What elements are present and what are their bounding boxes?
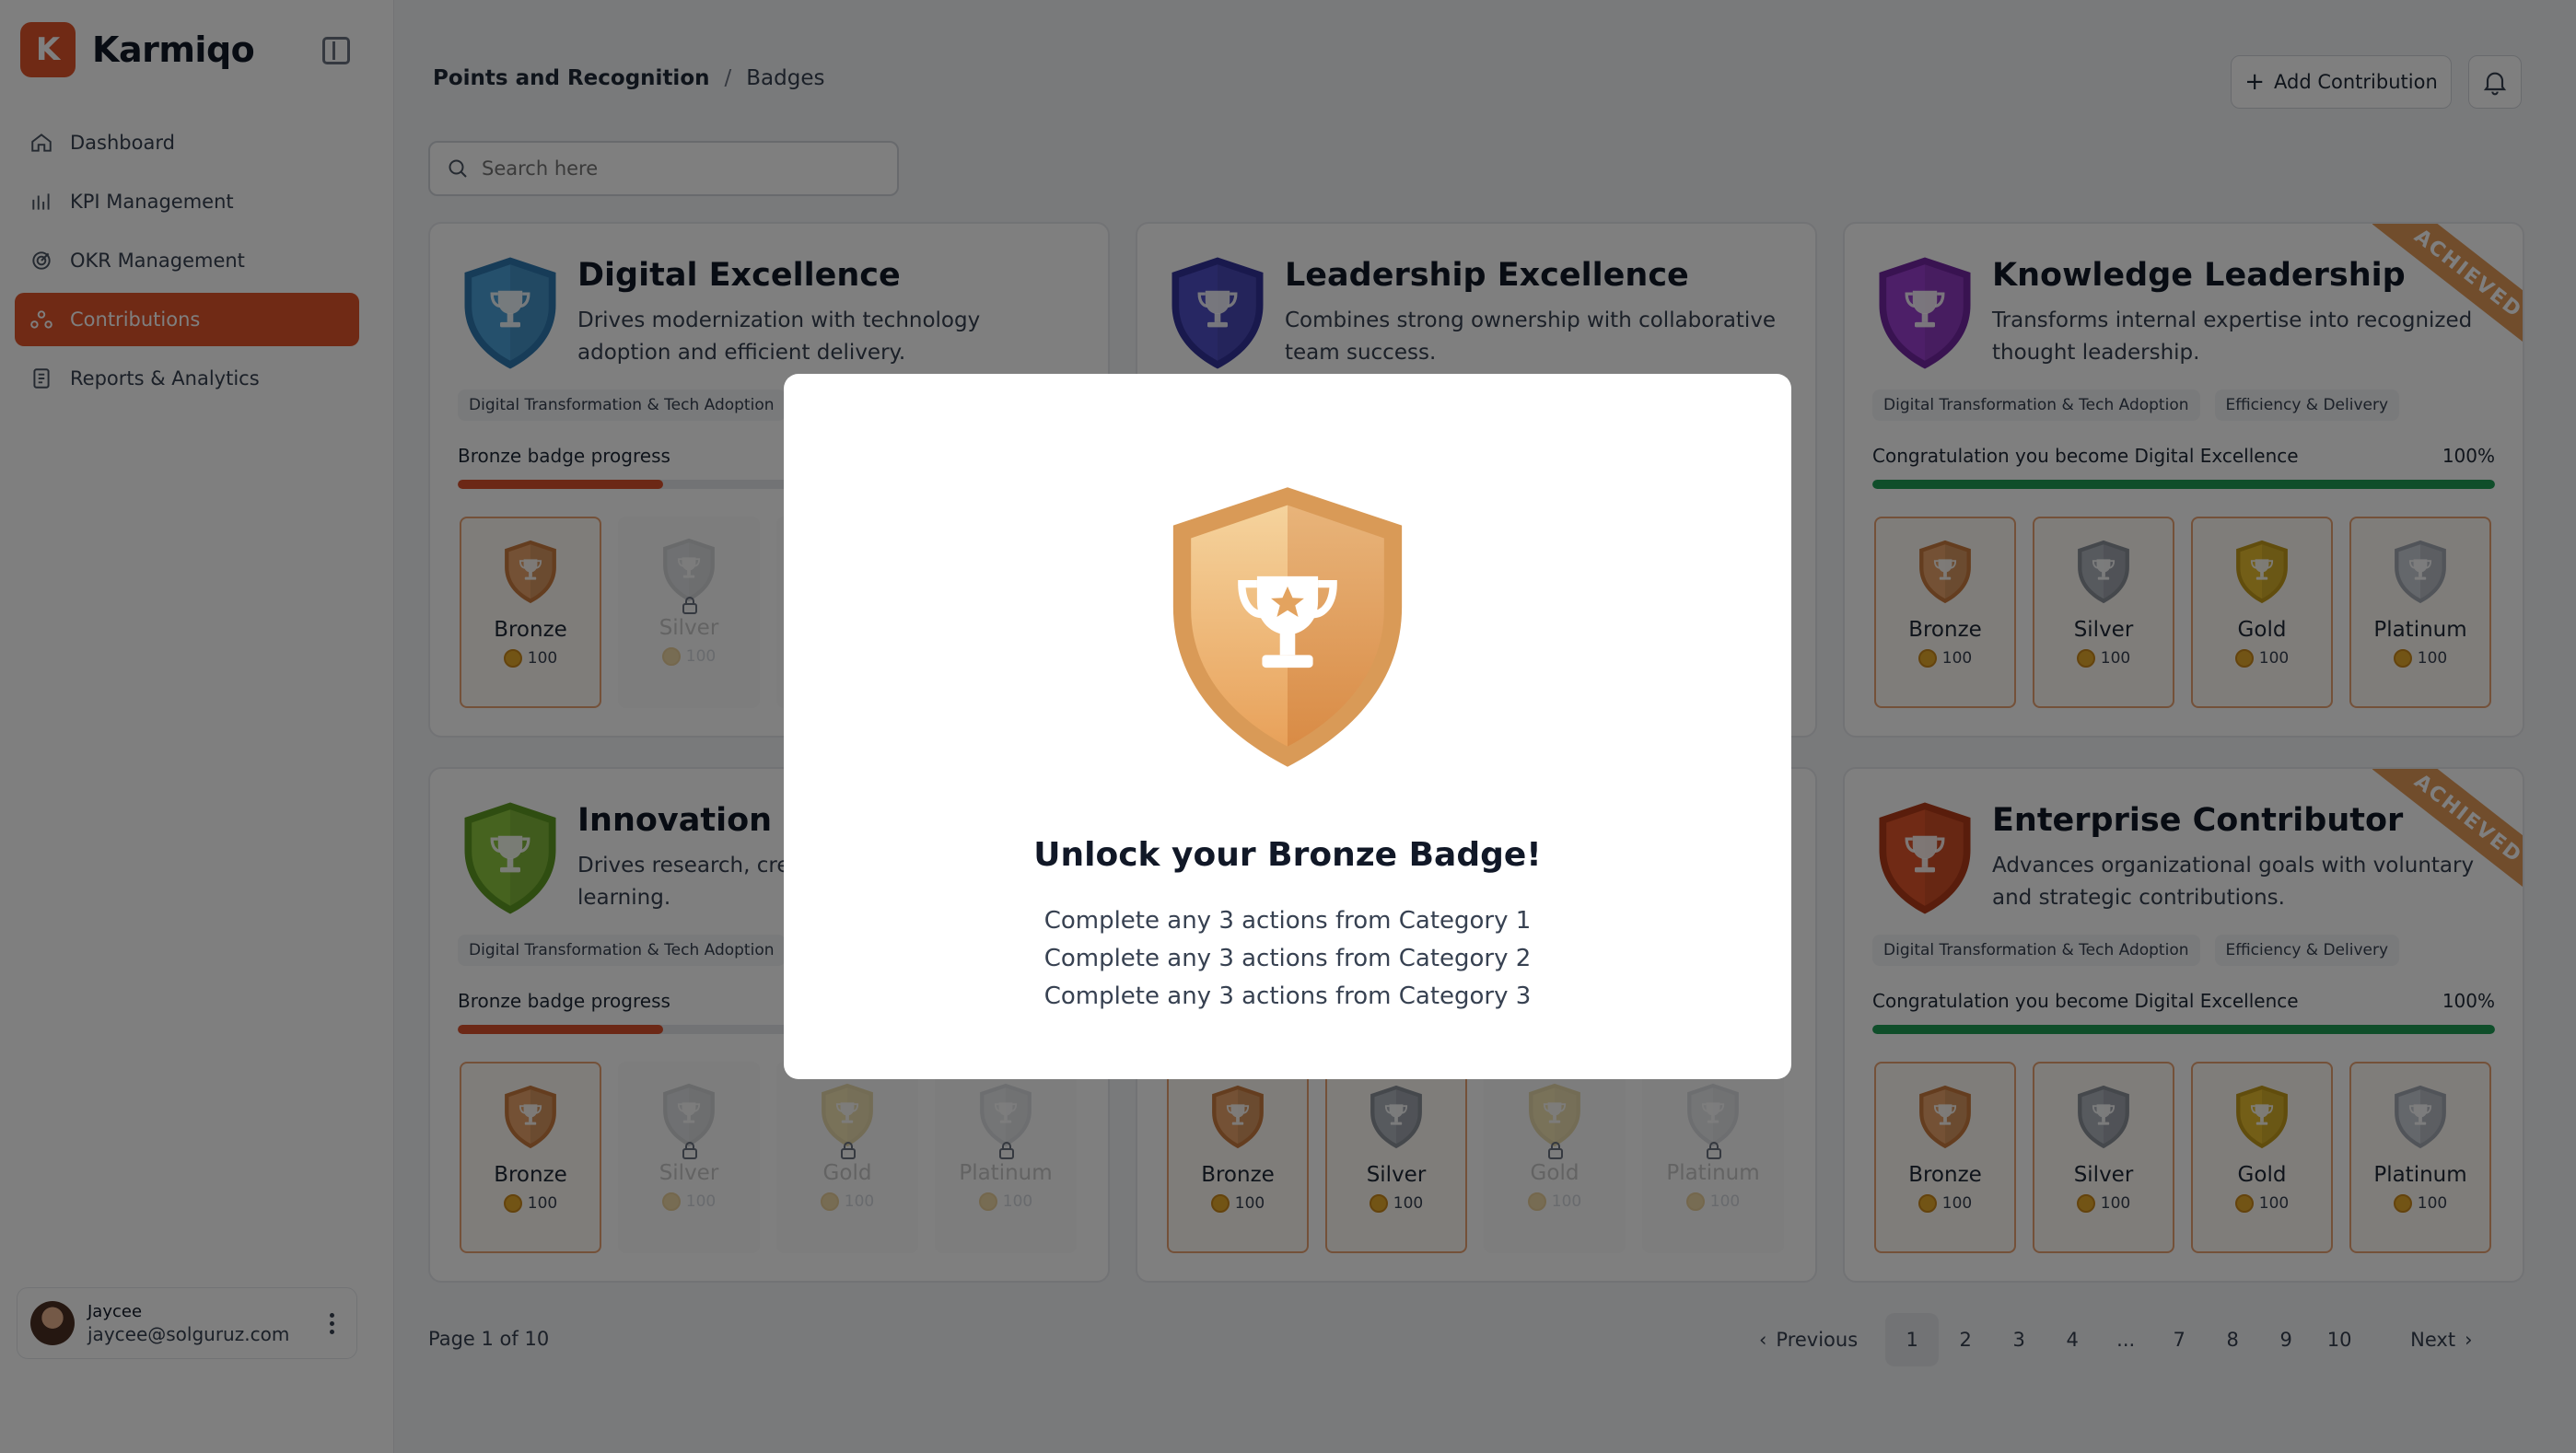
badge-unlock-modal: Unlock your Bronze Badge! Complete any 3… (784, 374, 1791, 1079)
modal-requirements: Complete any 3 actions from Category 1 Co… (784, 902, 1791, 1016)
bronze-badge-icon (1172, 487, 1403, 767)
requirement-line: Complete any 3 actions from Category 2 (1043, 945, 1532, 972)
modal-title: Unlock your Bronze Badge! (1033, 836, 1542, 874)
requirement-line: Complete any 3 actions from Category 1 (1043, 907, 1532, 935)
requirement-line: Complete any 3 actions from Category 3 (1043, 982, 1532, 1010)
